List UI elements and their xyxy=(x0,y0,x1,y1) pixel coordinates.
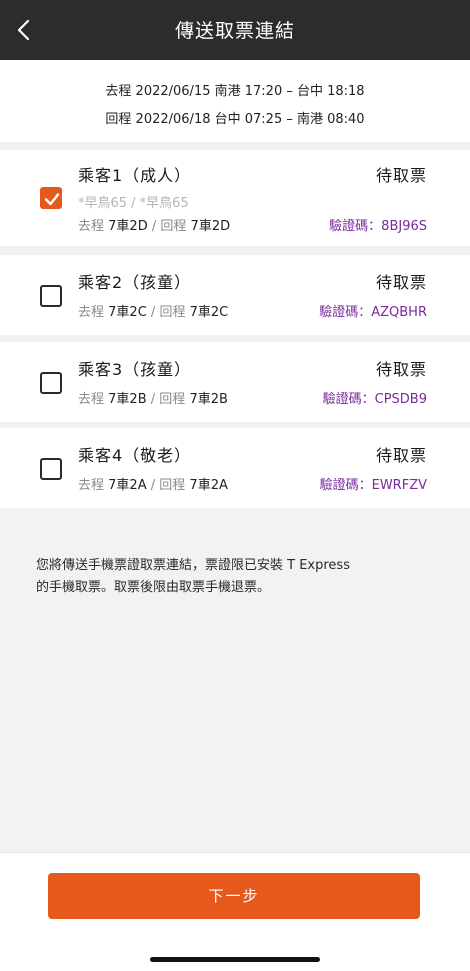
outbound-trip-text: 去程 2022/06/15 南港 17:20 – 台中 18:18 xyxy=(105,84,365,99)
seat-separator: / xyxy=(150,305,156,320)
ticket-status: 待取票 xyxy=(375,446,427,465)
verification-code: 驗證碼：AZQBHR xyxy=(319,305,427,320)
passenger-card-1[interactable]: 乘客1（成人） 待取票 *早鳥65 / *早鳥65 去程 7車2D / 回程 7… xyxy=(0,150,470,246)
return-trip-text: 回程 2022/06/18 台中 07:25 – 南港 08:40 xyxy=(105,112,365,127)
checkmark-icon xyxy=(44,193,60,206)
next-step-button[interactable]: 下一步 xyxy=(48,873,420,919)
verification-code: 驗證碼：8BJ96S xyxy=(329,219,427,234)
passenger-checkbox-1[interactable] xyxy=(40,187,62,209)
return-seat: 7車2C xyxy=(189,305,229,320)
outbound-seat: 7車2B xyxy=(108,392,147,407)
passenger-name: 乘客4（敬老） xyxy=(78,446,192,465)
return-label: 回程 xyxy=(160,219,187,234)
passenger-name: 乘客1（成人） xyxy=(78,166,192,185)
discount-label: *早鳥65 / *早鳥65 xyxy=(78,196,189,211)
passenger-checkbox-2[interactable] xyxy=(40,285,62,307)
seat-separator: / xyxy=(151,219,157,234)
passenger-checkbox-4[interactable] xyxy=(40,458,62,480)
passenger-name: 乘客2（孩童） xyxy=(78,273,192,292)
outbound-seat: 7車2C xyxy=(108,305,147,320)
ticket-status: 待取票 xyxy=(375,166,427,185)
bottom-action-bar: 下一步 xyxy=(0,852,470,971)
seat-info: 去程 7車2D / 回程 7車2D xyxy=(78,215,230,234)
passenger-name: 乘客3（孩童） xyxy=(78,360,192,379)
outbound-seat: 7車2D xyxy=(108,219,148,234)
outbound-seat: 7車2A xyxy=(108,478,147,493)
outbound-label: 去程 xyxy=(78,392,105,407)
return-seat: 7車2A xyxy=(189,478,228,493)
page-title: 傳送取票連結 xyxy=(174,20,295,42)
return-seat: 7車2D xyxy=(190,219,231,234)
notice-line-2: 的手機取票。取票後限由取票手機退票。 xyxy=(36,580,271,595)
verification-code: 驗證碼：CPSDB9 xyxy=(322,392,427,407)
verification-code: 驗證碼：EWRFZV xyxy=(319,478,427,493)
seat-info: 去程 7車2B / 回程 7車2B xyxy=(78,388,228,407)
seat-separator: / xyxy=(150,478,156,493)
passenger-card-4[interactable]: 乘客4（敬老） 待取票 去程 7車2A / 回程 7車2A 驗證碼：EWRFZV xyxy=(0,428,470,508)
return-seat: 7車2B xyxy=(189,392,228,407)
seat-info: 去程 7車2A / 回程 7車2A xyxy=(78,474,228,493)
passenger-card-3[interactable]: 乘客3（孩童） 待取票 去程 7車2B / 回程 7車2B 驗證碼：CPSDB9 xyxy=(0,342,470,422)
notice-text: 您將傳送手機票證取票連結，票證限已安裝 T Express 的手機取票。取票後限… xyxy=(36,555,436,599)
app-header: 傳送取票連結 xyxy=(0,0,470,60)
outbound-label: 去程 xyxy=(78,305,105,320)
seat-info: 去程 7車2C / 回程 7車2C xyxy=(78,301,228,320)
return-label: 回程 xyxy=(159,305,186,320)
outbound-label: 去程 xyxy=(78,219,105,234)
ticket-status: 待取票 xyxy=(375,360,427,379)
home-indicator xyxy=(150,957,320,962)
notice-line-1: 您將傳送手機票證取票連結，票證限已安裝 T Express xyxy=(36,558,350,573)
return-label: 回程 xyxy=(159,478,186,493)
outbound-label: 去程 xyxy=(78,478,105,493)
trip-info-panel: 去程 2022/06/15 南港 17:20 – 台中 18:18 回程 202… xyxy=(0,60,470,142)
seat-separator: / xyxy=(150,392,156,407)
passenger-card-2[interactable]: 乘客2（孩童） 待取票 去程 7車2C / 回程 7車2C 驗證碼：AZQBHR xyxy=(0,255,470,335)
ticket-status: 待取票 xyxy=(375,273,427,292)
return-label: 回程 xyxy=(159,392,186,407)
passenger-checkbox-3[interactable] xyxy=(40,372,62,394)
